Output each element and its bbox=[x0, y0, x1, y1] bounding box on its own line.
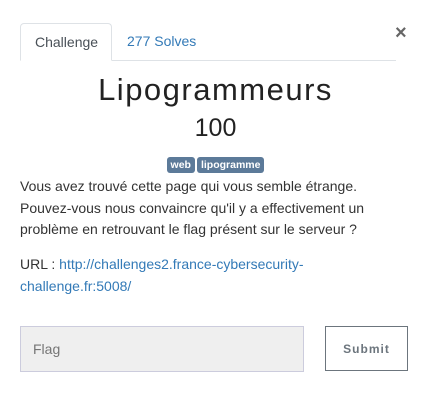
url-label: URL : bbox=[20, 256, 60, 272]
challenge-description: Vous avez trouvé cette page qui vous sem… bbox=[20, 178, 365, 237]
challenge-name: Lipogrammeurs bbox=[98, 72, 333, 107]
tag-badge: web bbox=[166, 157, 195, 173]
challenge-tabs: Challenge 277 Solves bbox=[20, 23, 396, 61]
challenge-url-link[interactable]: http://challenges2.france-cybersecurity-… bbox=[20, 256, 304, 294]
challenge-value: 100 bbox=[194, 114, 237, 142]
tag-badge: lipogramme bbox=[196, 157, 265, 173]
tab-solves[interactable]: 277 Solves bbox=[113, 23, 210, 60]
challenge-url-line: URL : http://challenges2.france-cybersec… bbox=[20, 254, 400, 297]
tag-list: web lipogramme bbox=[0, 157, 431, 173]
close-icon[interactable]: × bbox=[395, 22, 407, 45]
flag-input[interactable] bbox=[20, 326, 304, 372]
tab-challenge[interactable]: Challenge bbox=[20, 23, 112, 61]
submit-button[interactable]: Submit bbox=[325, 326, 408, 371]
